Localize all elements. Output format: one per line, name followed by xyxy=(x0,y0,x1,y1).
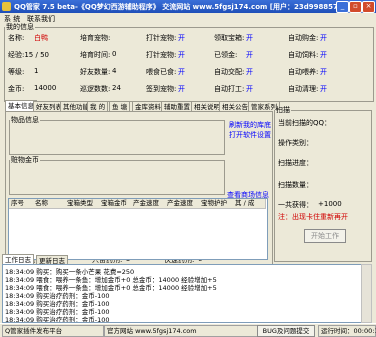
scan-panel: 扫描 当前扫描的QQ： 操作类别： 扫描进度： 扫描数量： 一共获得： +100… xyxy=(274,101,372,263)
my-info-label: 巡逻数数: xyxy=(80,84,110,94)
my-info-label: 好友数量: xyxy=(80,67,110,77)
restore-button[interactable]: ▫ xyxy=(349,1,362,13)
start-work-button[interactable]: 开始工作 xyxy=(304,229,346,243)
minimize-button[interactable]: _ xyxy=(336,1,349,13)
window-title: QQ管家 7.5 beta-《QQ梦幻西游辅助程序》 交流网站 www.5fgs… xyxy=(14,2,341,12)
my-info-label: 自动购金: xyxy=(288,33,318,43)
runtime: 运行时间：00:00:19 xyxy=(318,325,376,337)
my-info-label: 名称: xyxy=(8,33,24,43)
status-website-label: 官方网站 xyxy=(107,327,133,335)
gold-info-group: 赃物金币 xyxy=(9,155,225,195)
scan-legend: 扫描 xyxy=(275,105,291,115)
treasure-table[interactable]: 序号名称宝箱类型宝箱金币产金速度产金速度宝物护护其 / 成 xyxy=(8,198,268,260)
my-info-value: 开 xyxy=(246,67,253,77)
total-gained-label: 一共获得： xyxy=(278,200,313,210)
table-header-cell[interactable]: 宝箱类型 xyxy=(65,199,100,209)
operation-type-label: 操作类别： xyxy=(278,138,313,148)
my-info-value: 开 xyxy=(178,33,185,43)
table-header-cell[interactable]: 宝物护护 xyxy=(199,199,234,209)
table-header-cell[interactable]: 产金速度 xyxy=(131,199,166,209)
work-log[interactable]: 18:34:09 购买：购买一条小芒果 花费=25018:34:09 喂食：喂养… xyxy=(2,264,362,323)
my-info-value: 1 xyxy=(34,67,38,75)
my-info-value: 开 xyxy=(246,50,253,60)
total-gained-value: +1000 xyxy=(318,200,342,208)
my-info-value: 开 xyxy=(178,84,185,94)
my-info-label: 自动喂养: xyxy=(288,67,318,77)
my-info-value: 14000 xyxy=(34,84,56,92)
my-info-value: 开 xyxy=(320,67,327,77)
table-header-cell[interactable]: 序号 xyxy=(9,199,34,209)
table-header-cell[interactable]: 名称 xyxy=(33,199,66,209)
scan-count-label: 扫描数量： xyxy=(278,180,313,190)
runtime-label: 运行时间： xyxy=(321,327,354,335)
status-website-url[interactable]: www.5fgsj174.com xyxy=(135,327,197,335)
log-scrollbar[interactable] xyxy=(361,264,372,323)
log-line: 18:34:09 购买治疗药剂：金币-100 xyxy=(5,314,110,323)
my-info-value: 开 xyxy=(246,84,253,94)
my-info-label: 培育时间: xyxy=(80,50,110,60)
current-qq-label: 当前扫描的QQ： xyxy=(278,118,331,128)
my-info-label: 领取宝箱: xyxy=(214,33,244,43)
status-left: Q管家插件发布平台 xyxy=(2,325,104,337)
my-info-value: 4 xyxy=(112,67,116,75)
my-info-value: 开 xyxy=(320,84,327,94)
table-header-cell[interactable]: 其 / 成 xyxy=(233,199,266,209)
item-info-legend: 物品信息 xyxy=(10,115,40,125)
my-info-value: 0 xyxy=(112,50,116,58)
table-header-cell[interactable]: 产金速度 xyxy=(165,199,200,209)
my-info-label: 等级: xyxy=(8,67,24,77)
my-info-value: 开 xyxy=(320,50,327,60)
title-bar: QQ管家 7.5 beta-《QQ梦幻西游辅助程序》 交流网站 www.5fgs… xyxy=(0,0,376,13)
my-info-label: 自动清理: xyxy=(288,84,318,94)
my-info-label: 自动交配: xyxy=(214,67,244,77)
my-info-label: 签到宠物: xyxy=(146,84,176,94)
my-info-label: 自动打工: xyxy=(214,84,244,94)
table-header-cell[interactable]: 宝箱金币 xyxy=(99,199,132,209)
my-info-value: 开 xyxy=(320,33,327,43)
my-info-label: 打针宠物: xyxy=(146,50,176,60)
my-info-value: 白鸭 xyxy=(34,33,48,43)
my-info-value: 24 xyxy=(112,84,121,92)
my-info-legend: 我的信息 xyxy=(5,22,35,32)
my-info-value: 开 xyxy=(178,67,185,77)
status-website: 官方网站 www.5fgsj174.com xyxy=(104,325,260,337)
my-info-group: 我的信息 xyxy=(4,22,374,102)
my-info-label: 金币: xyxy=(8,84,24,94)
my-info-label: 已领金: xyxy=(214,50,237,60)
my-info-value: 开 xyxy=(246,33,253,43)
scan-note: 注：出现卡住重新再开 xyxy=(278,212,348,222)
bug-report-button[interactable]: BUG及问题提交 xyxy=(257,325,315,337)
my-info-label: 喂食已食: xyxy=(146,67,176,77)
item-info-group: 物品信息 xyxy=(9,115,225,155)
close-button[interactable]: × xyxy=(362,1,375,13)
runtime-value: 00:00:19 xyxy=(354,327,376,335)
my-info-label: 经验:15 / 50 xyxy=(8,50,49,60)
open-settings-link[interactable]: 打开软件设置 xyxy=(229,130,271,140)
refresh-link[interactable]: 刷新我的库底 xyxy=(229,120,271,130)
status-bar: Q管家插件发布平台 官方网站 www.5fgsj174.com BUG及问题提交… xyxy=(0,323,376,337)
my-info-label: 打针宠物: xyxy=(146,33,176,43)
gold-info-legend: 赃物金币 xyxy=(10,155,40,165)
my-info-label: 自动饲料: xyxy=(288,50,318,60)
scan-progress-label: 扫描进度： xyxy=(278,158,313,168)
my-info-value: 开 xyxy=(178,50,185,60)
my-info-label: 培育宠物: xyxy=(80,33,110,43)
app-icon xyxy=(2,2,11,11)
